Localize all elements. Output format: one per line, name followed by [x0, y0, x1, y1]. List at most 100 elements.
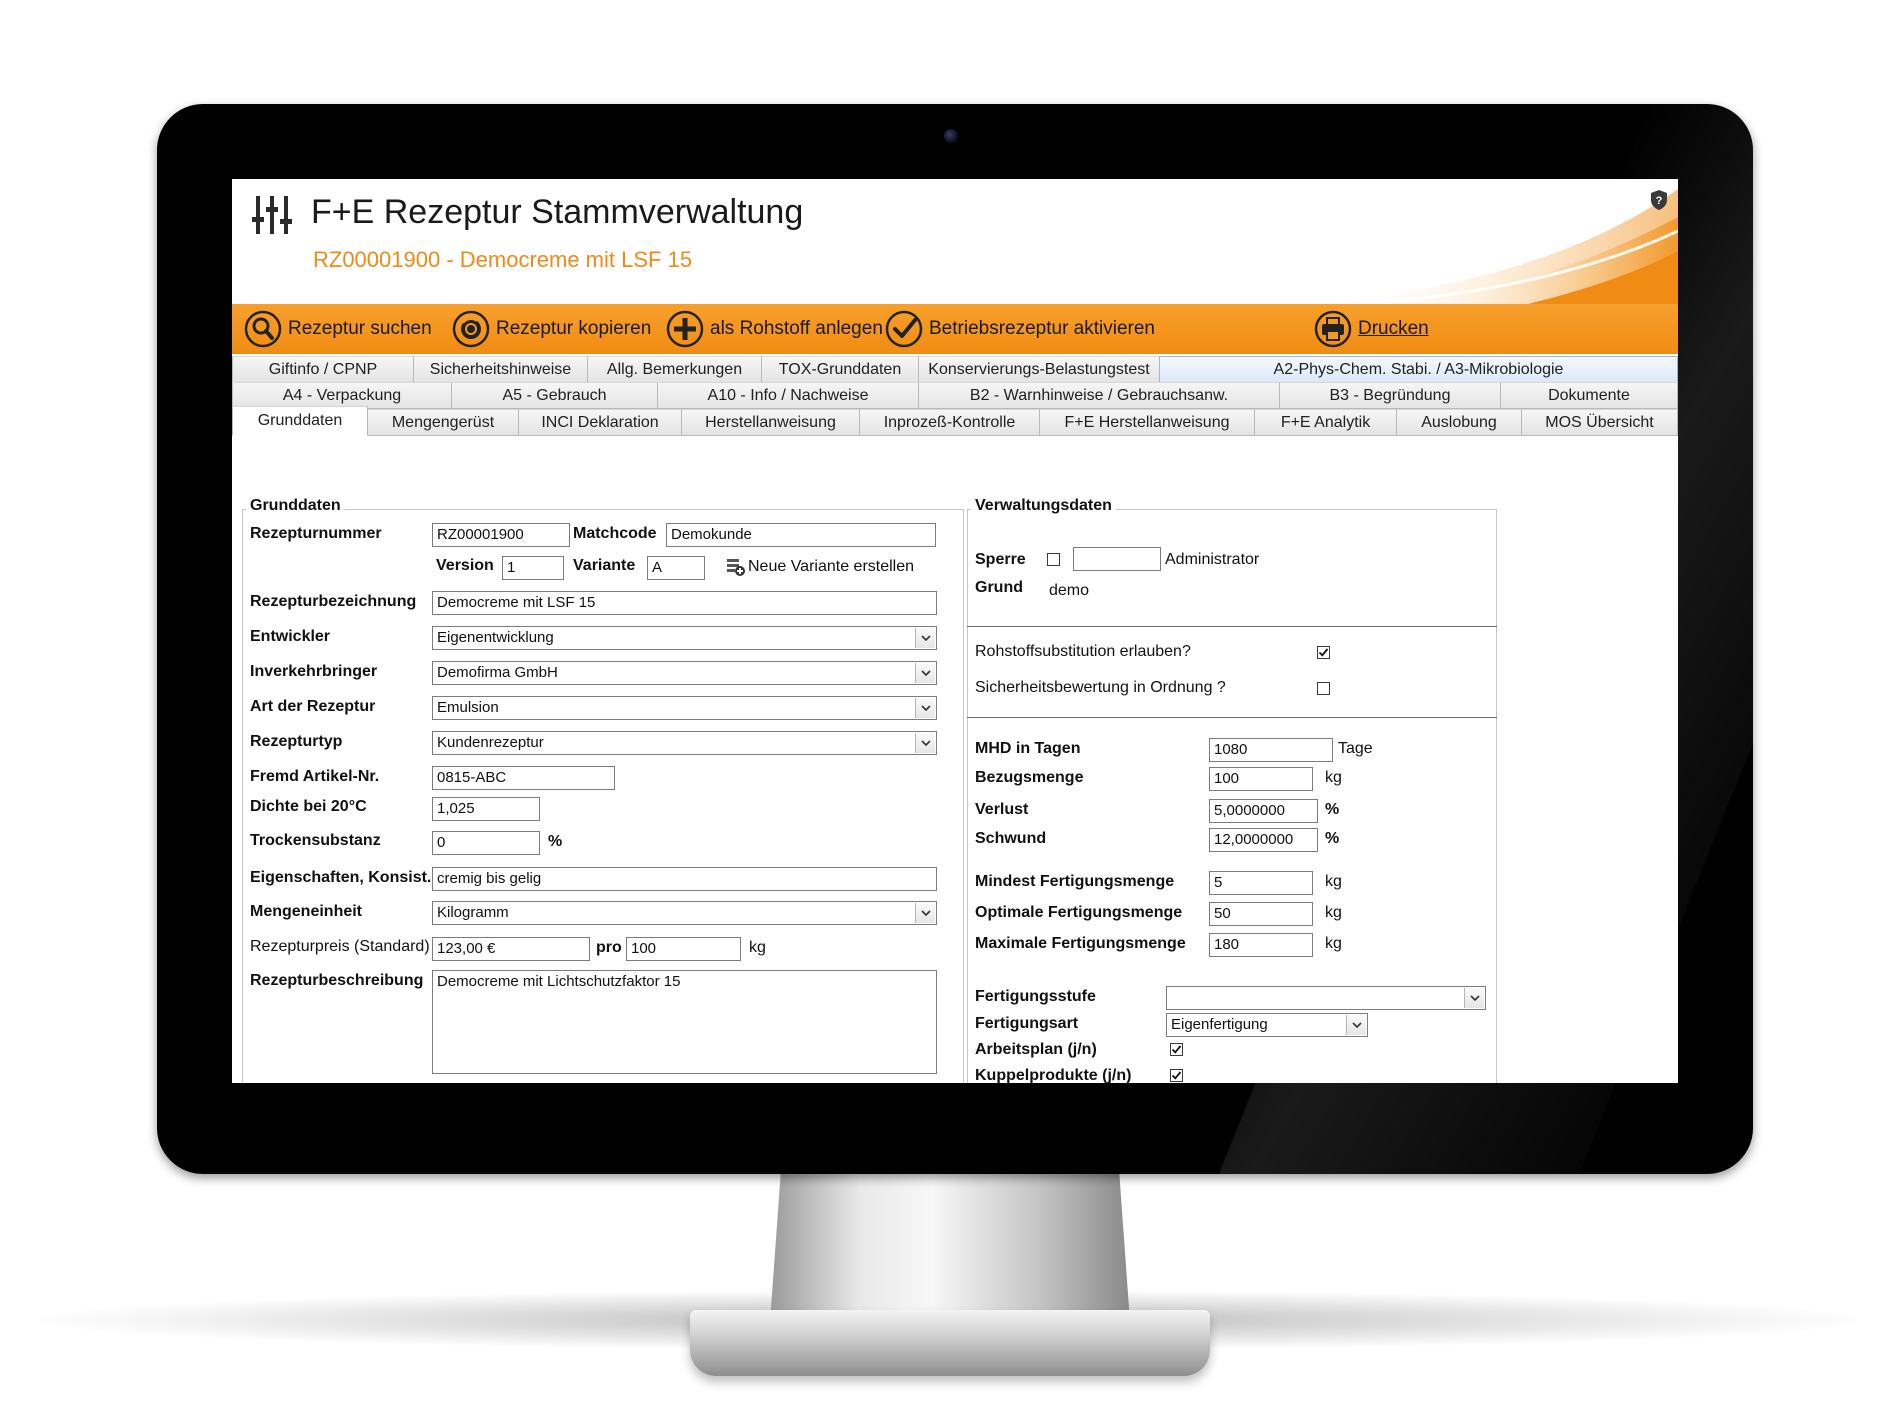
tab-auslobung[interactable]: Auslobung [1396, 409, 1522, 436]
copy-recipe-button[interactable]: Rezeptur kopieren [452, 309, 651, 349]
rohstoffsubstitution-checkbox[interactable] [1317, 646, 1330, 659]
chevron-down-icon[interactable] [915, 698, 935, 718]
grund-value: demo [1049, 582, 1090, 599]
search-recipe-button[interactable]: Rezeptur suchen [244, 309, 432, 349]
rezepturnummer-field[interactable]: RZ00001900 [432, 523, 570, 547]
divider [967, 717, 1497, 718]
preis-unit: kg [749, 939, 766, 956]
fertigungsart-select[interactable]: Eigenfertigung [1166, 1013, 1368, 1037]
eigenschaften-field[interactable]: cremig bis gelig [432, 867, 937, 891]
tab-allg-bemerkungen[interactable]: Allg. Bemerkungen [587, 356, 762, 383]
fertigungsart-value: Eigenfertigung [1171, 1016, 1268, 1033]
inverkehrbringer-select[interactable]: Demofirma GmbH [432, 661, 937, 685]
search-recipe-label: Rezeptur suchen [288, 318, 432, 339]
tab-sicherheitshinweise[interactable]: Sicherheitshinweise [413, 356, 588, 383]
chevron-down-icon[interactable] [915, 903, 935, 923]
tab-a2-a3-mikrobiologie[interactable]: A2-Phys-Chem. Stabi. / A3-Mikrobiologie [1159, 356, 1678, 383]
art-der-rezeptur-select[interactable]: Emulsion [432, 696, 937, 720]
tab-mos-uebersicht[interactable]: MOS Übersicht [1521, 409, 1678, 436]
chevron-down-icon[interactable] [915, 733, 935, 753]
tab-b3-begruendung[interactable]: B3 - Begründung [1279, 382, 1501, 409]
tab-dokumente[interactable]: Dokumente [1500, 382, 1678, 409]
mindest-unit: kg [1325, 873, 1342, 890]
art-der-rezeptur-label: Art der Rezeptur [250, 698, 376, 715]
inverkehrbringer-label: Inverkehrbringer [250, 663, 378, 680]
entwickler-select[interactable]: Eigenentwicklung [432, 626, 937, 650]
maximal-field[interactable]: 180 [1209, 933, 1313, 957]
tab-tox-grunddaten[interactable]: TOX-Grunddaten [761, 356, 919, 383]
shield-icon[interactable]: ? [1650, 189, 1668, 211]
create-raw-material-button[interactable]: als Rohstoff anlegen [666, 309, 883, 349]
verlust-field[interactable]: 5,0000000 [1209, 799, 1318, 823]
header-swoosh [1318, 189, 1678, 304]
dichte-field[interactable]: 1,025 [432, 797, 540, 821]
tab-a5-gebrauch[interactable]: A5 - Gebrauch [451, 382, 658, 409]
tab-giftinfo[interactable]: Giftinfo / CPNP [232, 356, 414, 383]
art-der-rezeptur-value: Emulsion [437, 699, 499, 716]
divider [967, 626, 1497, 627]
tab-b2-warnhinweise[interactable]: B2 - Warnhinweise / Gebrauchsanw. [918, 382, 1280, 409]
bezugsmenge-unit: kg [1325, 769, 1342, 786]
entwickler-value: Eigenentwicklung [437, 629, 554, 646]
sperre-user: Administrator [1165, 551, 1260, 568]
new-variant-button[interactable]: Neue Variante erstellen [726, 557, 914, 577]
maximal-label: Maximale Fertigungsmenge [975, 935, 1186, 952]
tab-mengengeruest[interactable]: Mengengerüst [367, 409, 519, 436]
app-header: F+E Rezeptur Stammverwaltung RZ00001900 … [232, 179, 1678, 304]
mindest-field[interactable]: 5 [1209, 871, 1313, 895]
schwund-label: Schwund [975, 830, 1047, 847]
chevron-down-icon[interactable] [1464, 988, 1484, 1008]
rezepturbeschreibung-textarea[interactable]: Democreme mit Lichtschutzfaktor 15 [432, 970, 937, 1074]
rezepturbeschreibung-label: Rezepturbeschreibung [250, 972, 424, 989]
mhd-field[interactable]: 1080 [1209, 738, 1333, 762]
copy-disc-icon [452, 310, 490, 348]
tab-a10-info-nachweise[interactable]: A10 - Info / Nachweise [657, 382, 919, 409]
trockensubstanz-field[interactable]: 0 [432, 831, 540, 855]
schwund-unit: % [1325, 830, 1340, 847]
chevron-down-icon[interactable] [915, 628, 935, 648]
rezepturtyp-select[interactable]: Kundenrezeptur [432, 731, 937, 755]
version-field[interactable]: 1 [502, 556, 564, 580]
sperre-field[interactable] [1073, 547, 1161, 571]
main-toolbar: Rezeptur suchen Rezeptur kopieren als Ro… [232, 304, 1678, 354]
sicherheitsbewertung-checkbox[interactable] [1317, 682, 1330, 695]
activate-production-recipe-button[interactable]: Betriebsrezeptur aktivieren [885, 309, 1155, 349]
tab-fe-analytik[interactable]: F+E Analytik [1254, 409, 1397, 436]
version-label: Version [436, 557, 494, 574]
verwaltungsdaten-group-title: Verwaltungsdaten [971, 497, 1116, 515]
schwund-field[interactable]: 12,0000000 [1209, 828, 1318, 852]
tab-konservierungs-belastungstest[interactable]: Konservierungs-Belastungstest [918, 356, 1160, 383]
monitor-stand-neck [770, 1172, 1130, 1322]
fremd-artikel-nr-field[interactable]: 0815-ABC [432, 766, 615, 790]
fertigungsstufe-select[interactable] [1166, 986, 1486, 1010]
arbeitsplan-checkbox[interactable] [1170, 1043, 1183, 1056]
tab-row-3: Grunddaten Mengengerüst INCI Deklaration… [232, 406, 1678, 436]
tab-herstellanweisung[interactable]: Herstellanweisung [681, 409, 860, 436]
tab-inci-deklaration[interactable]: INCI Deklaration [518, 409, 682, 436]
optimal-field[interactable]: 50 [1209, 902, 1313, 926]
bezugsmenge-field[interactable]: 100 [1209, 767, 1313, 791]
bezugsmenge-label: Bezugsmenge [975, 769, 1084, 786]
tab-fe-herstellanweisung[interactable]: F+E Herstellanweisung [1039, 409, 1255, 436]
pro-label: pro [596, 939, 622, 956]
rezepturbezeichnung-label: Rezepturbezeichnung [250, 593, 417, 610]
tab-a4-verpackung[interactable]: A4 - Verpackung [232, 382, 452, 409]
kuppelprodukte-label: Kuppelprodukte (j/n) [975, 1067, 1132, 1083]
chevron-down-icon[interactable] [915, 663, 935, 683]
rezepturpreis-field[interactable]: 123,00 € [432, 937, 590, 961]
print-button[interactable]: Drucken [1314, 309, 1429, 349]
mengeneinheit-select[interactable]: Kilogramm [432, 901, 937, 925]
create-raw-material-label: als Rohstoff anlegen [710, 318, 883, 339]
chevron-down-icon[interactable] [1346, 1015, 1366, 1035]
sperre-checkbox[interactable] [1047, 553, 1060, 566]
tab-grunddaten[interactable]: Grunddaten [232, 406, 368, 436]
tab-inprozess-kontrolle[interactable]: Inprozeß-Kontrolle [859, 409, 1040, 436]
entwickler-label: Entwickler [250, 628, 331, 645]
variante-field[interactable]: A [647, 556, 705, 580]
pro-field[interactable]: 100 [626, 937, 741, 961]
record-subtitle: RZ00001900 - Democreme mit LSF 15 [313, 247, 693, 272]
rezepturbezeichnung-field[interactable]: Democreme mit LSF 15 [432, 591, 937, 615]
kuppelprodukte-checkbox[interactable] [1170, 1069, 1183, 1082]
matchcode-field[interactable]: Demokunde [666, 523, 936, 547]
tab-row-1: Giftinfo / CPNP Sicherheitshinweise Allg… [232, 356, 1678, 383]
